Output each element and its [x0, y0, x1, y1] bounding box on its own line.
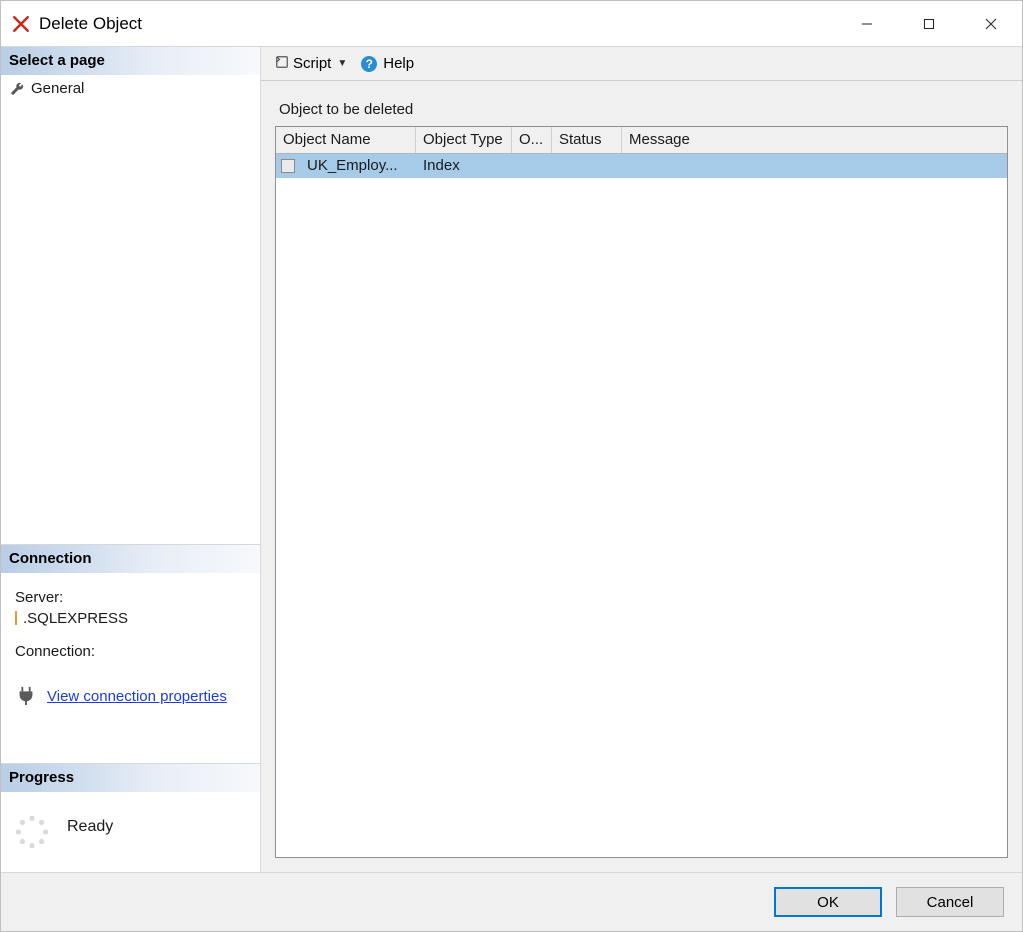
- maximize-button[interactable]: [898, 1, 960, 46]
- connection-panel: Server: .SQLEXPRESS Connection: View con…: [1, 573, 260, 717]
- page-item-general[interactable]: General: [5, 78, 256, 99]
- cell-message: [622, 154, 1007, 178]
- grid-header: Object Name Object Type O... Status Mess…: [276, 127, 1007, 154]
- view-connection-properties[interactable]: View connection properties: [15, 685, 250, 707]
- progress-header: Progress: [1, 763, 260, 792]
- cell-status: [552, 154, 622, 178]
- server-label: Server:: [15, 589, 250, 606]
- progress-status-text: Ready: [67, 818, 113, 846]
- help-label: Help: [383, 55, 414, 72]
- progress-spinner-icon: [15, 815, 49, 849]
- window-title: Delete Object: [39, 14, 836, 34]
- server-value-row: .SQLEXPRESS: [15, 610, 250, 627]
- cell-owner: [512, 154, 552, 178]
- cell-object-name: UK_Employ...: [300, 154, 416, 178]
- script-button[interactable]: Script ▼: [271, 53, 351, 75]
- chevron-down-icon: ▼: [337, 58, 347, 69]
- col-owner[interactable]: O...: [512, 127, 552, 153]
- help-button[interactable]: ? Help: [357, 53, 418, 74]
- table-row[interactable]: UK_Employ... Index: [276, 154, 1007, 178]
- dialog-body: Select a page General Connection Server:…: [1, 47, 1022, 873]
- window-controls: [836, 1, 1022, 46]
- col-message[interactable]: Message: [622, 127, 1007, 153]
- page-list: General: [1, 75, 260, 103]
- col-object-type[interactable]: Object Type: [416, 127, 512, 153]
- server-indicator-icon: [15, 611, 17, 625]
- view-connection-properties-link[interactable]: View connection properties: [47, 688, 227, 705]
- row-handle[interactable]: [276, 154, 300, 178]
- minimize-button[interactable]: [836, 1, 898, 46]
- ok-button[interactable]: OK: [774, 887, 882, 917]
- col-status[interactable]: Status: [552, 127, 622, 153]
- connection-label: Connection:: [15, 643, 250, 660]
- script-icon: [275, 55, 289, 73]
- toolbar: Script ▼ ? Help: [261, 47, 1022, 81]
- main-panel: Script ▼ ? Help Object to be deleted Obj…: [261, 47, 1022, 872]
- titlebar: Delete Object: [1, 1, 1022, 47]
- connection-header: Connection: [1, 544, 260, 573]
- close-button[interactable]: [960, 1, 1022, 46]
- grid-body: UK_Employ... Index: [276, 154, 1007, 857]
- content-area: Object to be deleted Object Name Object …: [261, 81, 1022, 872]
- object-to-delete-title: Object to be deleted: [279, 101, 1008, 118]
- progress-panel: Ready: [1, 792, 260, 872]
- dialog-footer: OK Cancel: [1, 873, 1022, 931]
- connection-plug-icon: [15, 685, 37, 707]
- cancel-button[interactable]: Cancel: [896, 887, 1004, 917]
- objects-grid: Object Name Object Type O... Status Mess…: [275, 126, 1008, 858]
- wrench-icon: [9, 81, 25, 97]
- delete-x-icon: [11, 14, 31, 34]
- help-icon: ?: [361, 56, 377, 72]
- delete-object-dialog: Delete Object Select a page Genera: [0, 0, 1023, 932]
- col-object-name[interactable]: Object Name: [276, 127, 416, 153]
- cell-object-type: Index: [416, 154, 512, 178]
- page-item-label: General: [31, 80, 84, 97]
- script-label: Script: [293, 55, 331, 72]
- server-value: .SQLEXPRESS: [23, 610, 128, 627]
- select-page-header: Select a page: [1, 47, 260, 75]
- sidebar: Select a page General Connection Server:…: [1, 47, 261, 872]
